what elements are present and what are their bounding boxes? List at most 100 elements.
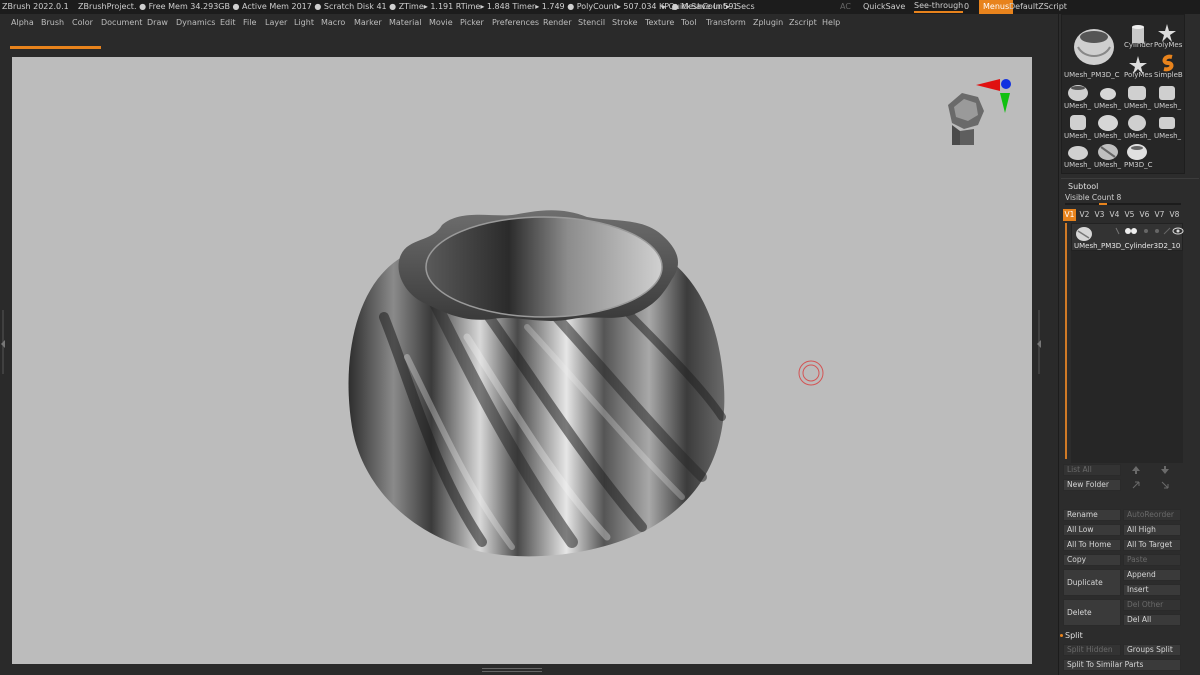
left-tray-handle[interactable] (0, 310, 6, 374)
star-icon[interactable] (1157, 23, 1177, 43)
menu-color[interactable]: Color (72, 15, 93, 31)
all-to-target-button[interactable]: All To Target (1123, 539, 1181, 551)
subtool-mesh-thumbnail[interactable] (1097, 85, 1119, 101)
menu-tool[interactable]: Tool (681, 15, 697, 31)
auto-reorder-button[interactable]: AutoReorder (1123, 509, 1181, 521)
new-folder-button[interactable]: New Folder (1063, 479, 1121, 491)
subtool-mesh-thumbnail[interactable] (1126, 83, 1148, 101)
grip-icon (1, 310, 5, 374)
rename-button[interactable]: Rename (1063, 509, 1121, 521)
bottom-tray-handle[interactable] (482, 668, 542, 672)
eye-icon[interactable] (1114, 226, 1184, 236)
all-to-home-button[interactable]: All To Home (1063, 539, 1121, 551)
copy-button[interactable]: Copy (1063, 554, 1121, 566)
subtool-item[interactable]: UMesh_PM3D_Cylinder3D2_10 (1071, 223, 1184, 251)
version-tab-v7[interactable]: V7 (1153, 209, 1166, 221)
arrow-up-icon[interactable] (1131, 465, 1141, 475)
menu-edit[interactable]: Edit (220, 15, 236, 31)
all-low-button[interactable]: All Low (1063, 524, 1121, 536)
zscript-button[interactable]: DefaultZScript (1009, 0, 1067, 14)
menu-stencil[interactable]: Stencil (578, 15, 605, 31)
menu-preferences[interactable]: Preferences (492, 15, 539, 31)
version-tab-v5[interactable]: V5 (1123, 209, 1136, 221)
menu-movie[interactable]: Movie (429, 15, 453, 31)
menu-render[interactable]: Render (543, 15, 571, 31)
delete-button[interactable]: Delete (1063, 599, 1121, 626)
subtool-scrollbar[interactable] (1065, 223, 1067, 459)
right-tray-handle[interactable] (1036, 310, 1042, 374)
mesh-label: UMesh_ (1154, 102, 1182, 110)
subtool-mesh-thumbnail[interactable] (1067, 145, 1089, 161)
zbrush-window: ZBrush 2022.0.1 ZBrushProject . ● Free M… (0, 0, 1200, 675)
menu-zscript[interactable]: Zscript (789, 15, 817, 31)
paste-button[interactable]: Paste (1123, 554, 1181, 566)
menu-light[interactable]: Light (294, 15, 314, 31)
version-tab-v8[interactable]: V8 (1168, 209, 1181, 221)
subtool-mesh-thumbnail[interactable] (1156, 83, 1178, 101)
version-tab-v3[interactable]: V3 (1093, 209, 1106, 221)
arrow-down-icon[interactable] (1160, 465, 1170, 475)
move-up-icon[interactable] (1131, 480, 1141, 490)
version-tab-v1[interactable]: V1 (1063, 209, 1076, 221)
insert-button[interactable]: Insert (1123, 584, 1181, 596)
menu-transform[interactable]: Transform (706, 15, 746, 31)
split-hidden-button[interactable]: Split Hidden (1063, 644, 1121, 656)
brush-cursor-icon (798, 360, 824, 386)
navigation-gizmo-icon[interactable] (940, 75, 1020, 155)
quicksave-status: ▸ QuickSave In 59 Secs (662, 2, 755, 11)
version-tab-v4[interactable]: V4 (1108, 209, 1121, 221)
visible-count-slider[interactable] (1065, 203, 1181, 205)
seethrough-label: See-through (914, 1, 964, 10)
subtool-mesh-thumbnail[interactable] (1126, 113, 1148, 131)
list-all-button[interactable]: List All (1063, 464, 1121, 476)
ac-button[interactable]: AC (840, 0, 851, 14)
memory-stats: . ● Free Mem 34.293GB ● Active Mem 2017 … (134, 2, 738, 11)
subtool-visibility-icons[interactable] (1114, 226, 1184, 238)
all-high-button[interactable]: All High (1123, 524, 1181, 536)
menu-document[interactable]: Document (101, 15, 142, 31)
vase-model (348, 210, 726, 557)
subtool-mesh-thumbnail[interactable] (1126, 143, 1148, 161)
menu-stroke[interactable]: Stroke (612, 15, 638, 31)
version-tab-v2[interactable]: V2 (1078, 209, 1091, 221)
move-down-icon[interactable] (1160, 480, 1170, 490)
menu-material[interactable]: Material (389, 15, 422, 31)
version-tab-v6[interactable]: V6 (1138, 209, 1151, 221)
quicksave-button[interactable]: QuickSave (859, 0, 909, 14)
menu-texture[interactable]: Texture (645, 15, 674, 31)
del-all-button[interactable]: Del All (1123, 614, 1181, 626)
simplebrush-icon[interactable] (1158, 53, 1178, 73)
menu-help[interactable]: Help (822, 15, 840, 31)
mesh-label: UMesh_ (1094, 132, 1122, 140)
subtool-title[interactable]: Subtool (1068, 182, 1098, 191)
slider-knob[interactable] (1099, 203, 1107, 205)
del-other-button[interactable]: Del Other (1123, 599, 1181, 611)
menu-dynamics[interactable]: Dynamics (176, 15, 215, 31)
subtool-mesh-thumbnail[interactable] (1097, 113, 1119, 131)
menu-draw[interactable]: Draw (147, 15, 168, 31)
document-canvas[interactable] (12, 57, 1032, 664)
grip-icon (1037, 310, 1041, 374)
menu-alpha[interactable]: Alpha (11, 15, 34, 31)
mesh-label: UMesh_ (1124, 132, 1152, 140)
subtool-mesh-thumbnail[interactable] (1156, 115, 1178, 131)
split-to-similar-parts-button[interactable]: Split To Similar Parts (1063, 659, 1181, 671)
groups-split-button[interactable]: Groups Split (1123, 644, 1181, 656)
menu-picker[interactable]: Picker (460, 15, 484, 31)
subtool-mesh-thumbnail[interactable] (1067, 83, 1089, 101)
subtool-mesh-thumbnail[interactable] (1097, 143, 1119, 161)
split-section-title[interactable]: Split (1065, 631, 1083, 640)
seethrough-value: 0 (964, 2, 970, 11)
append-button[interactable]: Append (1123, 569, 1181, 581)
seethrough-slider[interactable]: See-through (914, 0, 964, 13)
menu-layer[interactable]: Layer (265, 15, 287, 31)
menu-marker[interactable]: Marker (354, 15, 382, 31)
mesh-label: UMesh_ (1094, 102, 1122, 110)
duplicate-button[interactable]: Duplicate (1063, 569, 1121, 596)
menu-macro[interactable]: Macro (321, 15, 345, 31)
menu-file[interactable]: File (243, 15, 256, 31)
menu-zplugin[interactable]: Zplugin (753, 15, 783, 31)
current-tool-thumbnail[interactable] (1070, 25, 1118, 69)
subtool-mesh-thumbnail[interactable] (1067, 113, 1089, 131)
menu-brush[interactable]: Brush (41, 15, 64, 31)
